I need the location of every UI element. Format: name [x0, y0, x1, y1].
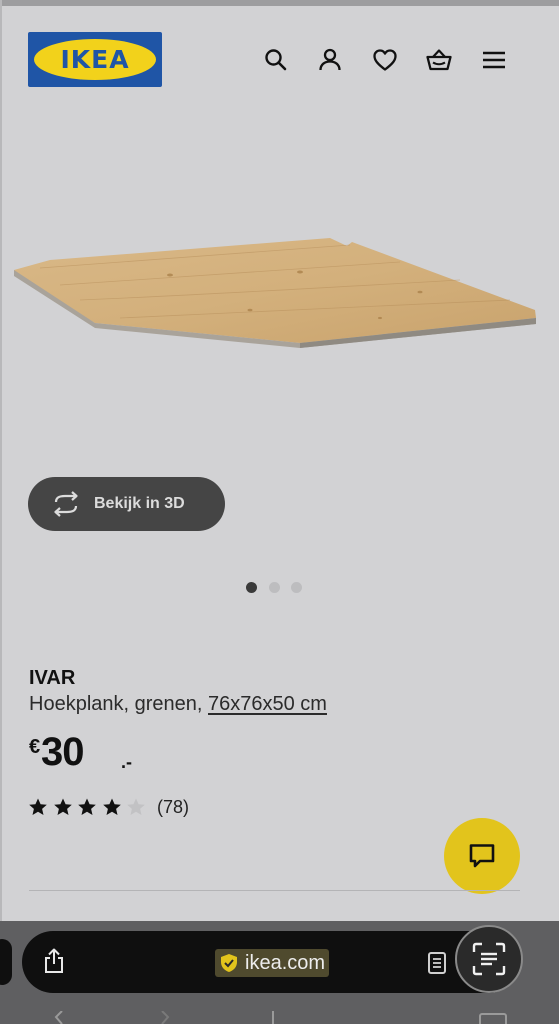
ikea-logo[interactable]: IKEA [28, 32, 162, 87]
price-currency: € [29, 736, 41, 758]
url-domain-text: ikea.com [245, 952, 326, 974]
tab-switcher-edge[interactable] [0, 939, 12, 985]
star-filled-icon [102, 798, 121, 815]
browser-toolbar: ikea.com [0, 921, 559, 1024]
gallery-dot-active[interactable] [246, 582, 257, 593]
browser-nav-hints [54, 1011, 507, 1024]
price-decimal: .- [121, 752, 132, 772]
rotate-3d-icon [54, 491, 78, 517]
share-icon[interactable] [42, 948, 66, 974]
product-dimensions-link[interactable]: 76x76x50 cm [208, 693, 327, 715]
account-icon[interactable] [316, 46, 344, 74]
star-empty-icon [127, 798, 145, 815]
view-in-3d-label: Bekijk in 3D [94, 495, 185, 512]
product-brand: IVAR [29, 667, 76, 689]
url-domain[interactable]: ikea.com [215, 949, 330, 977]
price-integer: 30 [41, 730, 84, 774]
reader-mode-icon[interactable] [426, 950, 448, 976]
menu-icon[interactable] [480, 46, 508, 74]
chat-button[interactable] [444, 818, 520, 894]
review-count[interactable]: (78) [157, 797, 189, 818]
star-filled-icon [29, 798, 47, 815]
star-filled-icon [53, 798, 72, 815]
scan-button[interactable] [455, 925, 523, 993]
page-edge [0, 0, 2, 1024]
cart-icon[interactable] [425, 46, 453, 74]
gallery-dot[interactable] [291, 582, 302, 593]
product-image[interactable] [0, 200, 559, 400]
star-filled-icon [78, 798, 96, 815]
site-header: IKEA [0, 0, 559, 120]
secure-shield-icon [221, 954, 237, 972]
view-in-3d-button[interactable]: Bekijk in 3D [28, 477, 225, 531]
search-icon[interactable] [262, 46, 290, 74]
product-type: Hoekplank, grenen, [29, 693, 209, 715]
gallery-dot[interactable] [269, 582, 280, 593]
scan-text-icon [472, 942, 506, 976]
product-description: Hoekplank, grenen, 76x76x50 cm [29, 693, 327, 716]
heart-icon[interactable] [371, 46, 399, 74]
chat-icon [469, 844, 495, 868]
logo-text: IKEA [60, 45, 130, 74]
address-bar[interactable]: ikea.com [22, 931, 520, 993]
section-divider [29, 890, 520, 891]
